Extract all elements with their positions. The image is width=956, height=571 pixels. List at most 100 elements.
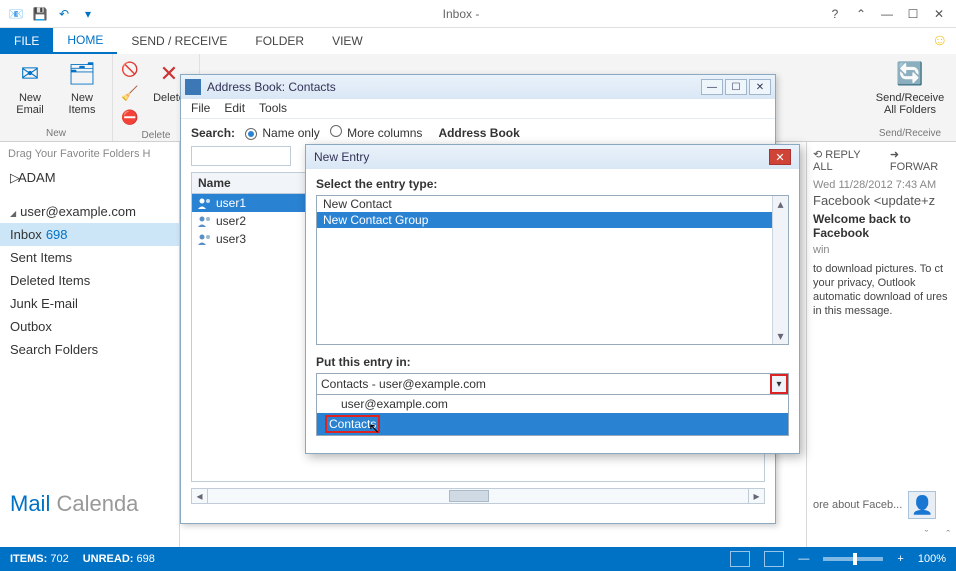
people-pane-expand-icon[interactable]: ˆ — [946, 529, 950, 541]
reading-pane: ⟲ REPLY ALL ➜ FORWAR Wed 11/28/2012 7:43… — [806, 142, 956, 547]
status-items: ITEMS: 702 — [10, 553, 69, 565]
minimize-button[interactable]: — — [874, 4, 900, 24]
put-entry-option[interactable]: user@example.com — [317, 395, 788, 413]
address-book-menu: File Edit Tools — [181, 99, 775, 119]
ab-search-label: Search: — [191, 126, 235, 140]
ab-menu-file[interactable]: File — [191, 101, 210, 116]
address-book-titlebar[interactable]: Address Book: Contacts — ☐ ✕ — [181, 75, 775, 99]
address-book-icon — [185, 79, 201, 95]
ab-radio-more-columns[interactable]: More columns — [330, 125, 423, 140]
nav-adam[interactable]: ▷ADAM — [0, 166, 179, 190]
ab-menu-edit[interactable]: Edit — [224, 101, 245, 116]
zoom-in-button[interactable]: + — [897, 553, 903, 565]
outlook-icon: 📧 — [7, 5, 25, 23]
new-email-button[interactable]: ✉ New Email — [6, 58, 54, 116]
view-normal-button[interactable] — [730, 551, 750, 567]
ab-close-button[interactable]: ✕ — [749, 79, 771, 95]
ab-minimize-button[interactable]: — — [701, 79, 723, 95]
tab-send-receive[interactable]: SEND / RECEIVE — [117, 28, 241, 54]
message-date: Wed 11/28/2012 7:43 AM — [813, 179, 950, 191]
tab-file[interactable]: FILE — [0, 28, 53, 54]
ignore-button[interactable]: 🚫 — [119, 58, 141, 80]
nav-folder-inbox[interactable]: Inbox698 — [0, 223, 179, 246]
put-entry-dropdown[interactable]: Contacts - user@example.com ▾ — [316, 373, 789, 395]
tab-folder[interactable]: FOLDER — [241, 28, 318, 54]
qat-more-icon[interactable]: ▾ — [79, 5, 97, 23]
ribbon-toggle-icon[interactable]: ⌃ — [848, 4, 874, 24]
new-email-label: New Email — [6, 92, 54, 116]
qat-undo-icon[interactable]: ↶ — [55, 5, 73, 23]
ab-maximize-button[interactable]: ☐ — [725, 79, 747, 95]
status-bar: ITEMS: 702 UNREAD: 698 — + 100% — [0, 547, 956, 571]
entry-type-list[interactable]: New Contact New Contact Group ▴▾ — [316, 195, 789, 345]
ab-radio-name-only[interactable]: Name only — [245, 126, 320, 140]
entry-type-scrollbar[interactable]: ▴▾ — [772, 196, 788, 344]
window-titlebar: 📧 💾 ↶ ▾ Inbox - ? ⌃ — ☐ ✕ — [0, 0, 956, 28]
nav-folder-junk-e-mail[interactable]: Junk E-mail — [0, 292, 179, 315]
entry-type-option[interactable]: New Contact Group — [317, 212, 788, 228]
module-calendar[interactable]: Calenda — [56, 491, 138, 516]
junk-button[interactable]: ⛔ — [119, 106, 141, 128]
people-pane-text: ore about Faceb... — [813, 499, 902, 511]
ab-addressbook-label: Address Book — [438, 126, 519, 140]
message-body: to download pictures. To ct your privacy… — [813, 262, 950, 318]
put-entry-option[interactable]: Contacts ↖ — [317, 413, 788, 435]
ab-horizontal-scrollbar[interactable]: ◂ ▸ — [191, 488, 765, 504]
put-entry-dropdown-button[interactable]: ▾ — [770, 374, 788, 394]
ribbon-tabs: FILE HOME SEND / RECEIVE FOLDER VIEW ☺ — [0, 28, 956, 54]
nav-folder-outbox[interactable]: Outbox — [0, 315, 179, 338]
put-entry-dropdown-list: user@example.com Contacts ↖ — [316, 395, 789, 436]
ab-scroll-thumb[interactable] — [449, 490, 489, 502]
put-entry-value: Contacts - user@example.com — [321, 377, 486, 391]
ribbon-group-delete: Delete — [142, 130, 171, 141]
forward-button[interactable]: ➜ FORWAR — [890, 148, 950, 173]
qat-save-icon[interactable]: 💾 — [31, 5, 49, 23]
status-unread: UNREAD: 698 — [83, 553, 155, 565]
new-entry-dialog: New Entry ✕ Select the entry type: New C… — [305, 144, 800, 454]
tab-home[interactable]: HOME — [53, 28, 117, 54]
ab-scroll-right-icon[interactable]: ▸ — [748, 489, 764, 503]
send-receive-label: Send/Receive All Folders — [870, 92, 950, 116]
nav-folder-sent-items[interactable]: Sent Items — [0, 246, 179, 269]
zoom-slider[interactable] — [823, 557, 883, 561]
ab-search-input[interactable] — [191, 146, 291, 166]
favorites-hint: Drag Your Favorite Folders H — [0, 142, 179, 166]
help-icon[interactable]: ? — [822, 4, 848, 24]
new-items-label: New Items — [58, 92, 106, 116]
people-pane-collapse-icon[interactable]: ˇ — [925, 529, 929, 541]
view-reading-button[interactable] — [764, 551, 784, 567]
tab-view[interactable]: VIEW — [318, 28, 377, 54]
entry-type-option[interactable]: New Contact — [317, 196, 788, 212]
nav-account[interactable]: user@example.com — [0, 200, 179, 223]
module-switcher: Mail Calenda — [0, 483, 179, 547]
message-to: win — [813, 244, 950, 256]
address-book-title: Address Book: Contacts — [207, 80, 336, 94]
module-mail[interactable]: Mail — [10, 491, 50, 516]
message-from: Facebook <update+z — [813, 193, 950, 208]
message-subject: Welcome back to Facebook — [813, 212, 950, 240]
entry-type-label: Select the entry type: — [316, 177, 789, 191]
cleanup-button[interactable]: 🧹 — [119, 82, 141, 104]
new-items-icon: 🗂 — [66, 58, 98, 90]
ab-scroll-left-icon[interactable]: ◂ — [192, 489, 208, 503]
ribbon-group-new: New — [46, 128, 66, 139]
nav-folder-search-folders[interactable]: Search Folders — [0, 338, 179, 361]
new-entry-titlebar[interactable]: New Entry ✕ — [306, 145, 799, 169]
nav-folder-deleted-items[interactable]: Deleted Items — [0, 269, 179, 292]
new-items-button[interactable]: 🗂 New Items — [58, 58, 106, 116]
address-book-search-row: Search: Name only More columns Address B… — [181, 119, 775, 146]
send-receive-icon: 🔄 — [894, 58, 926, 90]
window-title: Inbox - — [100, 7, 822, 21]
new-entry-close-button[interactable]: ✕ — [769, 149, 791, 165]
send-receive-all-button[interactable]: 🔄 Send/Receive All Folders — [870, 58, 950, 116]
reply-all-button[interactable]: ⟲ REPLY ALL — [813, 148, 882, 173]
close-button[interactable]: ✕ — [926, 4, 952, 24]
ribbon-group-sendreceive: Send/Receive — [879, 128, 941, 139]
avatar-placeholder: 👤 — [908, 491, 936, 519]
feedback-icon[interactable]: ☺ — [932, 32, 948, 50]
new-email-icon: ✉ — [14, 58, 46, 90]
maximize-button[interactable]: ☐ — [900, 4, 926, 24]
ab-menu-tools[interactable]: Tools — [259, 101, 287, 116]
zoom-out-button[interactable]: — — [798, 553, 809, 565]
put-entry-label: Put this entry in: — [316, 355, 789, 369]
